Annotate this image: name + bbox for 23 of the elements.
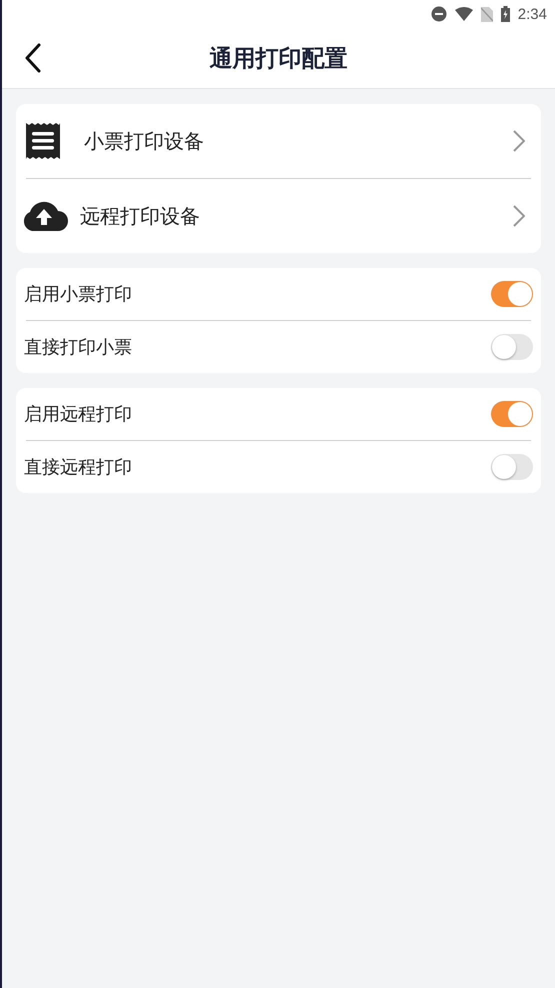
receipt-icon [26, 123, 60, 159]
back-icon[interactable] [24, 43, 42, 73]
chevron-right-icon [513, 130, 525, 152]
cloud-upload-icon [22, 201, 68, 231]
setting-label: 启用小票打印 [24, 283, 132, 306]
battery-icon [500, 6, 510, 22]
setting-label: 启用远程打印 [24, 403, 132, 426]
device-row[interactable]: 远程打印设备 [26, 179, 531, 253]
chevron-right-icon [513, 205, 525, 227]
toggle-switch[interactable] [491, 401, 533, 427]
toggle-switch[interactable] [491, 281, 533, 307]
page-title: 通用打印配置 [210, 44, 348, 74]
setting-label: 直接打印小票 [24, 336, 132, 359]
device-label: 远程打印设备 [80, 202, 201, 230]
status-time: 2:34 [518, 6, 547, 22]
setting-label: 直接远程打印 [24, 456, 132, 479]
wifi-icon [454, 7, 473, 21]
device-label: 小票打印设备 [84, 128, 205, 154]
device-row[interactable]: 小票打印设备 [26, 104, 531, 178]
no-sim-icon [480, 6, 493, 22]
do-not-disturb-icon [430, 6, 447, 22]
toggle-switch[interactable] [491, 334, 533, 360]
toggle-switch[interactable] [491, 454, 533, 480]
